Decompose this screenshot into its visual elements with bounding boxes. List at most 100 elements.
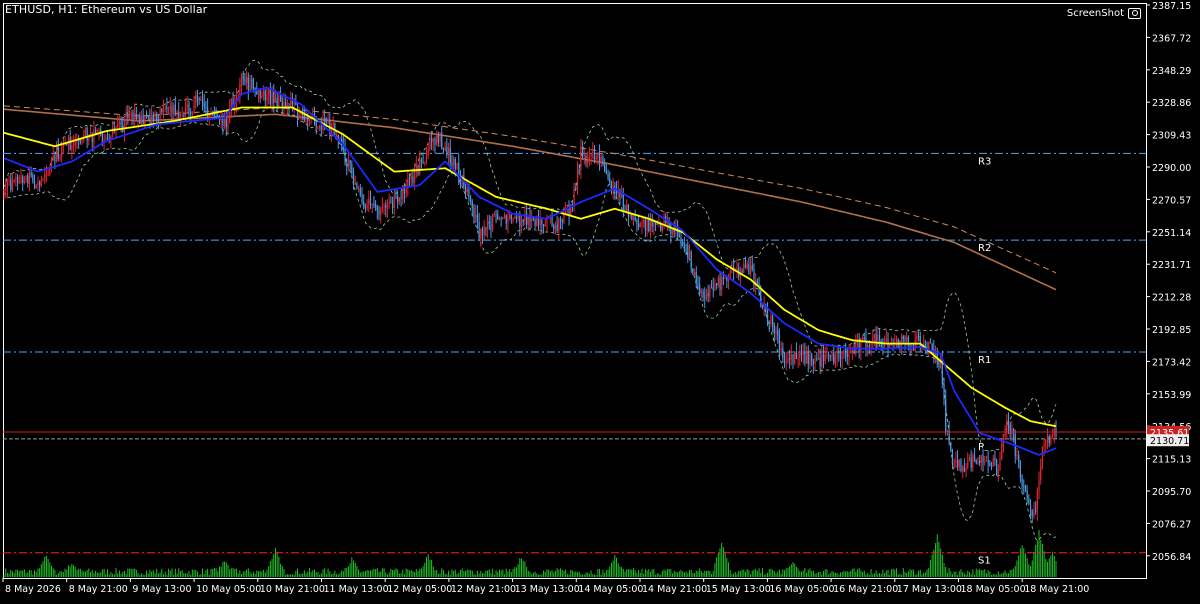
candle-body: [374, 204, 377, 207]
candle-body: [632, 216, 635, 221]
candle-body: [300, 113, 302, 116]
candle-body: [486, 221, 489, 229]
time-tick-label: 9 May 13:00: [132, 584, 191, 595]
candle-body: [395, 196, 397, 198]
candle-body: [10, 179, 12, 190]
candle-body: [298, 115, 300, 119]
candle-body: [430, 138, 433, 142]
candle-body: [829, 355, 831, 357]
candle-body: [636, 220, 638, 224]
candle-body: [826, 354, 828, 356]
candle-body: [580, 147, 582, 171]
candle-body: [497, 214, 499, 219]
candle-body: [481, 229, 484, 236]
time-tick-label: 14 May 21:00: [642, 584, 707, 595]
candle-body: [178, 111, 180, 117]
candle-body: [980, 455, 982, 464]
price-tick-label: 2192.85: [1152, 325, 1191, 336]
candle-body: [425, 155, 428, 162]
candle-body: [945, 399, 947, 432]
candle-body: [1043, 444, 1045, 447]
candle-body: [768, 322, 770, 324]
candle-body: [687, 245, 689, 258]
candle-body: [422, 161, 424, 163]
time-tick-label: 16 May 05:00: [769, 584, 834, 595]
candle-body: [836, 351, 838, 358]
candle-body: [393, 196, 395, 209]
candle-body: [716, 283, 718, 286]
candle-body: [800, 351, 803, 356]
candle-body: [242, 76, 244, 79]
candle-body: [268, 89, 270, 95]
candle-body: [181, 114, 183, 116]
candle-body: [81, 139, 83, 142]
candle-body: [863, 338, 865, 340]
candle-body: [960, 459, 962, 472]
candle-body: [992, 457, 994, 467]
candle-body: [542, 224, 545, 226]
candle-body: [593, 151, 596, 160]
candle-body: [583, 155, 585, 157]
candle-body: [724, 277, 726, 279]
candle-body: [578, 169, 580, 171]
price-tick-label: 2095.70: [1152, 487, 1191, 498]
price-tick-label: 2212.28: [1152, 293, 1191, 304]
time-tick-label: 8 May 21:00: [69, 584, 128, 595]
candle-body: [885, 338, 887, 342]
ma-yellow: [3, 106, 1057, 428]
candle-body: [35, 185, 37, 189]
candle-body: [1018, 454, 1020, 462]
candle-body: [174, 104, 176, 113]
candle-body: [446, 146, 448, 156]
candle-body: [388, 202, 390, 205]
candle-body: [848, 350, 850, 358]
candle-body: [475, 214, 477, 218]
price-tick-label: 2231.71: [1152, 260, 1191, 271]
candle-body: [916, 336, 918, 341]
candle-body: [710, 287, 713, 289]
candle-body: [439, 133, 441, 142]
candle-body: [225, 119, 227, 128]
time-tick-label: 18 May 21:00: [1024, 584, 1089, 595]
price-tick-label: 2290.00: [1152, 163, 1191, 174]
candle-body: [515, 217, 518, 219]
candle-body: [962, 467, 964, 472]
candle-body: [493, 213, 495, 215]
candle-body: [157, 120, 160, 122]
candle-body: [61, 145, 63, 157]
candle-body: [744, 264, 747, 268]
chart[interactable]: 2387.15 2367.72 2348.29 2328.86 2309.43 2290.…: [0, 0, 1200, 600]
candle-body: [604, 164, 606, 171]
candle-body: [726, 277, 728, 281]
candle-body: [66, 143, 68, 145]
candle-body: [1035, 510, 1037, 512]
candle-body: [699, 284, 701, 294]
camera-icon: [1128, 8, 1141, 19]
candle-body: [308, 119, 311, 121]
candle-body: [860, 341, 862, 352]
candle-body: [877, 334, 879, 348]
candle-body: [950, 442, 952, 452]
candle-body: [1046, 436, 1049, 440]
candle-body: [84, 128, 87, 135]
candle-body: [587, 160, 589, 163]
candle-body: [770, 316, 772, 324]
candle-body: [449, 147, 451, 164]
candle-body: [159, 109, 161, 122]
candle-body: [955, 459, 957, 464]
candle-body: [996, 460, 998, 476]
candle-body: [1033, 510, 1035, 517]
candle-body: [42, 178, 44, 181]
candle-body: [473, 207, 475, 218]
candle-body: [276, 98, 278, 108]
candle-body: [868, 345, 870, 347]
candle-body: [904, 339, 906, 341]
chart-svg[interactable]: 2387.15 2367.72 2348.29 2328.86 2309.43 2290.…: [0, 0, 1200, 600]
candle-body: [984, 461, 986, 463]
price-tick-label: 2328.86: [1152, 98, 1191, 109]
candle-body: [69, 137, 71, 150]
candle-body: [57, 146, 59, 159]
candle-body: [130, 112, 132, 116]
candle-body: [656, 223, 658, 225]
candle-body: [261, 95, 263, 98]
